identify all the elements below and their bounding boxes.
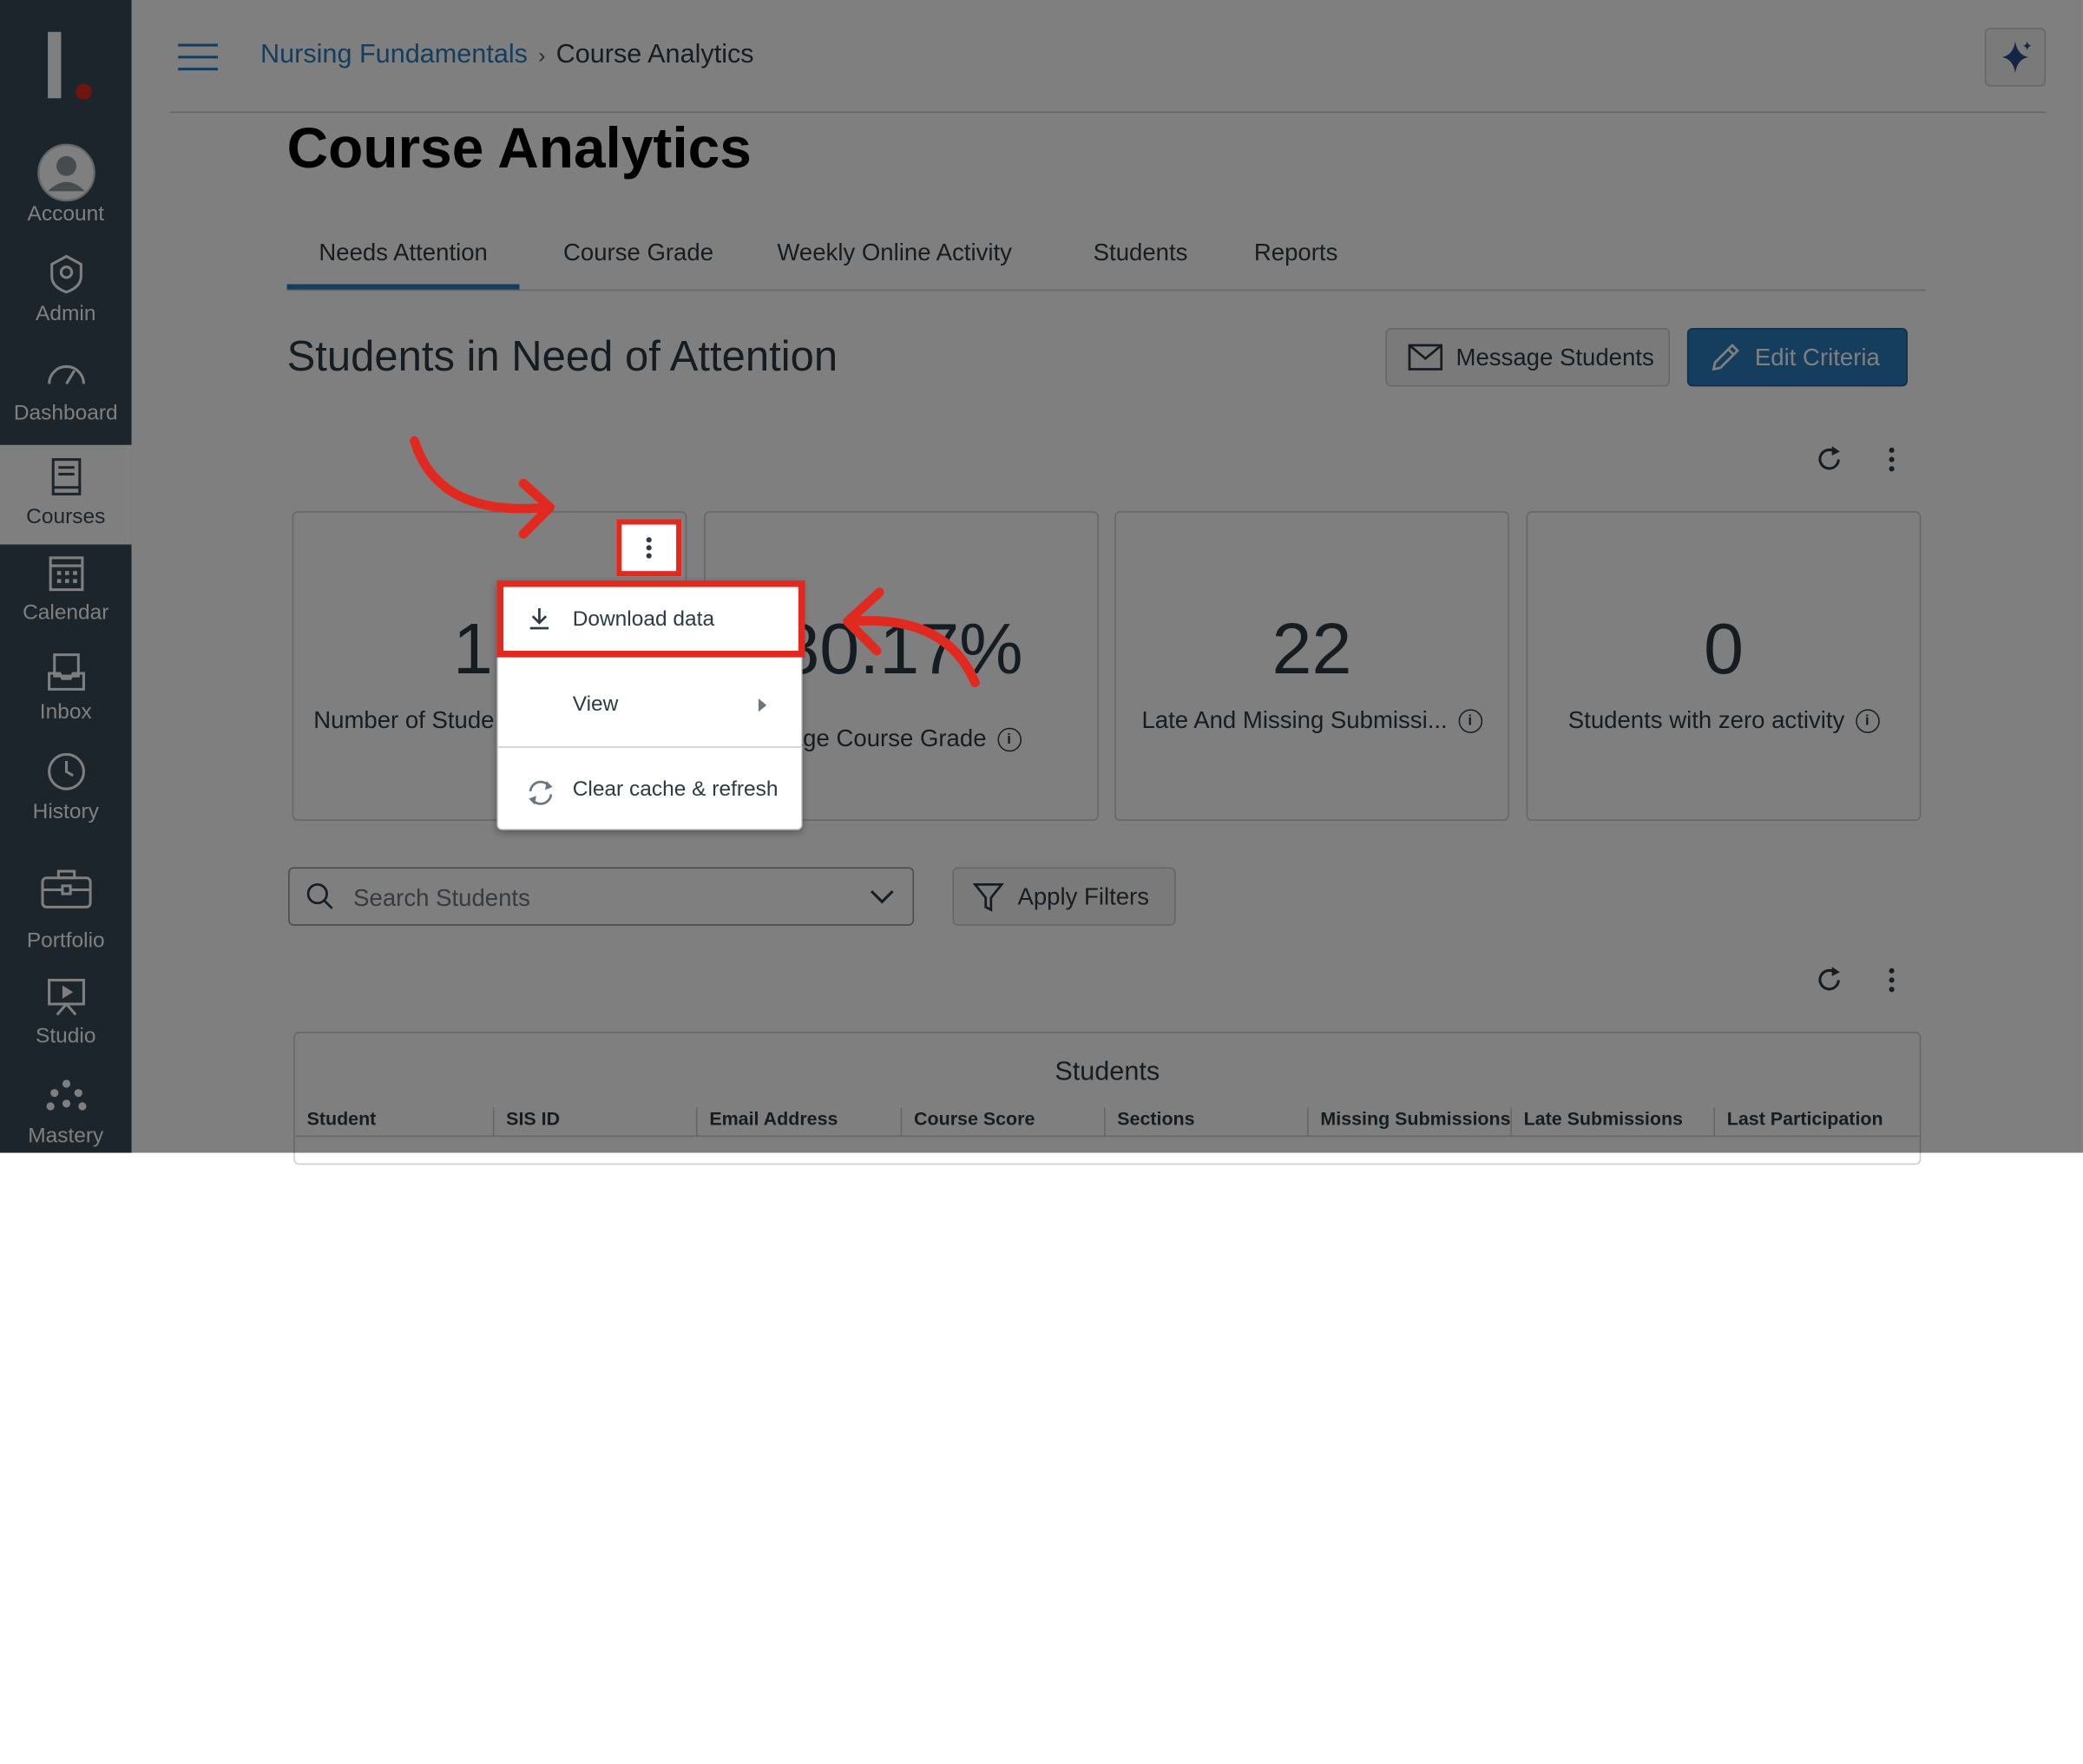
- menu-backdrop-overlay[interactable]: [0, 0, 2083, 1153]
- kebab-icon: [646, 537, 652, 559]
- download-icon: [529, 608, 549, 630]
- menu-item-download-data[interactable]: Download data: [496, 580, 805, 658]
- menu-item-label: View: [572, 692, 619, 716]
- card-options-menu: Download data View Clear cache & refresh: [496, 580, 805, 830]
- menu-item-clear-cache[interactable]: Clear cache & refresh: [498, 754, 801, 829]
- menu-item-label: Download data: [572, 608, 715, 632]
- menu-item-view[interactable]: View: [498, 669, 801, 744]
- menu-divider: [497, 746, 801, 748]
- sync-icon: [529, 780, 553, 805]
- card-more-options-button[interactable]: [616, 519, 682, 577]
- caret-right-icon: [758, 698, 767, 712]
- menu-item-label: Clear cache & refresh: [572, 777, 779, 801]
